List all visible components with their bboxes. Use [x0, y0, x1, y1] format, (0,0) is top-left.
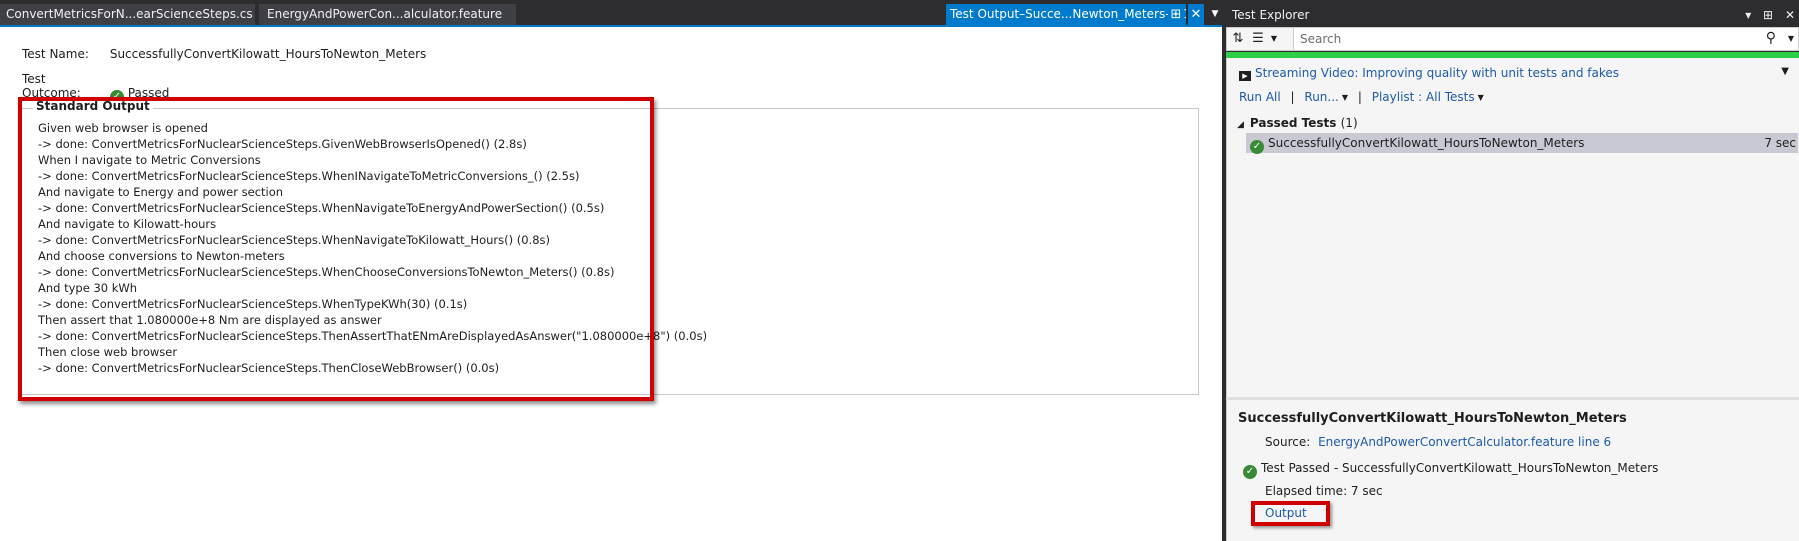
chevron-down-icon[interactable]: ▼: [1786, 34, 1796, 50]
tab-label: ConvertMetricsForN...earScienceSteps.cs: [6, 7, 253, 21]
test-item-name: SuccessfullyConvertKilowatt_HoursToNewto…: [1268, 136, 1585, 150]
tab-steps-cs[interactable]: ConvertMetricsForN...earScienceSteps.cs: [0, 4, 255, 25]
test-name-row: Test Name: SuccessfullyConvertKilowatt_H…: [22, 47, 426, 61]
video-icon: ▶: [1239, 71, 1251, 81]
test-detail-pane: SuccessfullyConvertKilowatt_HoursToNewto…: [1226, 400, 1799, 541]
search-icon[interactable]: ⚲: [1766, 30, 1776, 46]
group-count: (1): [1340, 116, 1358, 130]
elapsed-time: Elapsed time: 7 sec: [1265, 484, 1383, 498]
test-item-duration: 7 sec: [1764, 136, 1796, 150]
collapse-triangle-icon[interactable]: ◢: [1237, 120, 1244, 130]
passed-tests-group[interactable]: ◢ Passed Tests (1): [1237, 116, 1358, 130]
playlist-link[interactable]: Playlist : All Tests: [1372, 90, 1475, 104]
streaming-video-text: Streaming Video: Improving quality with …: [1255, 66, 1620, 80]
close-tab-icon[interactable]: ✕: [1188, 4, 1204, 25]
tab-label: EnergyAndPowerCon...alculator.feature: [267, 7, 503, 21]
panel-title-buttons: ▾ ⊞ ✕: [1737, 4, 1795, 26]
test-output-document: Test Name: SuccessfullyConvertKilowatt_H…: [0, 27, 1222, 541]
test-name-value: SuccessfullyConvertKilowatt_HoursToNewto…: [109, 47, 427, 61]
detail-source-row: Source: EnergyAndPowerConvertCalculator.…: [1265, 435, 1611, 449]
test-list-item[interactable]: ✓ SuccessfullyConvertKilowatt_HoursToNewt…: [1246, 133, 1798, 154]
chevron-down-icon[interactable]: ▼: [1478, 93, 1484, 102]
separator: |: [1290, 90, 1295, 104]
source-link[interactable]: EnergyAndPowerConvertCalculator.feature …: [1318, 435, 1611, 449]
tab-label: Test Output–Succe...Newton_Meters–5-1: [950, 7, 1186, 21]
tab-overflow-icon[interactable]: ▼: [1207, 4, 1223, 25]
passed-check-icon: ✓: [1250, 140, 1264, 154]
streaming-video-link[interactable]: ▶ Streaming Video: Improving quality with…: [1239, 66, 1619, 81]
test-outcome-label: Test Outcome:: [22, 72, 81, 100]
detail-result-row: ✓ Test Passed - SuccessfullyConvertKilowa…: [1243, 461, 1658, 479]
run-all-link[interactable]: Run All: [1239, 90, 1281, 104]
standard-output-highlight: [18, 97, 654, 401]
list-view-icon[interactable]: ☰: [1249, 31, 1267, 47]
test-actions-bar: Run All | Run... ▼ | Playlist : All Tests…: [1239, 90, 1484, 104]
result-text: Test Passed - SuccessfullyConvertKilowat…: [1261, 461, 1659, 475]
tab-test-output[interactable]: Test Output–Succe...Newton_Meters–5-1: [946, 4, 1186, 25]
test-name-label: Test Name:: [22, 47, 89, 61]
detail-title: SuccessfullyConvertKilowatt_HoursToNewto…: [1238, 411, 1627, 426]
separator: |: [1357, 90, 1362, 104]
test-explorer-panel: Test Explorer ▾ ⊞ ✕ ⇅ ☰ ▼ Search ⚲ ▼ ▶ St…: [1226, 0, 1799, 541]
group-by-icon[interactable]: ⇅: [1231, 31, 1245, 47]
document-tab-strip: ConvertMetricsForN...earScienceSteps.cs …: [0, 0, 1224, 25]
pin-icon[interactable]: ⊞: [1168, 4, 1184, 25]
test-list-area: ▶ Streaming Video: Improving quality with…: [1226, 58, 1799, 397]
run-link[interactable]: Run...: [1304, 90, 1338, 104]
chevron-down-icon[interactable]: ▼: [1781, 66, 1789, 77]
search-input[interactable]: Search: [1293, 28, 1798, 50]
dropdown-icon[interactable]: ▾: [1745, 8, 1751, 22]
passed-check-icon: ✓: [1243, 465, 1257, 479]
chevron-down-icon[interactable]: ▼: [1342, 93, 1348, 102]
output-link-highlight: [1251, 501, 1330, 526]
tab-feature-file[interactable]: EnergyAndPowerCon...alculator.feature: [259, 4, 516, 25]
chevron-down-icon[interactable]: ▼: [1269, 34, 1279, 50]
source-label: Source:: [1265, 435, 1311, 449]
pin-icon[interactable]: ⊞: [1763, 8, 1773, 22]
panel-title: Test Explorer: [1232, 8, 1310, 22]
test-explorer-toolbar: ⇅ ☰ ▼ Search ⚲ ▼: [1226, 27, 1799, 51]
group-label: Passed Tests: [1249, 116, 1337, 130]
close-icon[interactable]: ✕: [1785, 8, 1795, 22]
